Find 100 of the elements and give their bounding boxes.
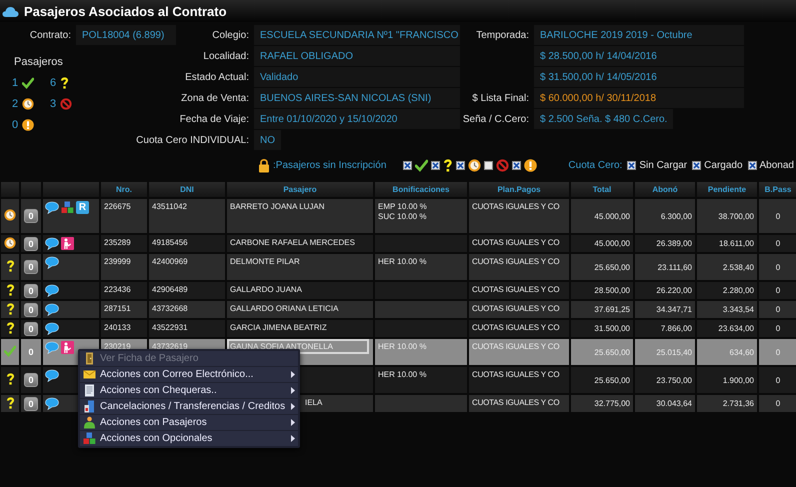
- speech-bubble-icon[interactable]: [45, 397, 59, 410]
- speech-bubble-icon[interactable]: [45, 237, 59, 250]
- table-cell: 45.000,00: [594, 212, 630, 220]
- field-value: Validado: [254, 67, 460, 87]
- checkbox[interactable]: [627, 160, 636, 170]
- speech-bubble-icon[interactable]: [45, 322, 59, 335]
- field-label: Localidad:: [202, 50, 250, 62]
- warning-icon: [524, 158, 538, 172]
- menu-item[interactable]: Acciones con Chequeras..: [80, 383, 298, 398]
- menu-item[interactable]: Acciones con Correo Electrónico...: [80, 367, 298, 382]
- question-icon: [60, 76, 70, 88]
- count-text: 6: [50, 76, 56, 88]
- cubes-icon[interactable]: [61, 201, 74, 214]
- field-value: BARILOCHE 2019 2019 - Octubre: [534, 25, 744, 45]
- field-label: Zona de Venta:: [180, 92, 250, 104]
- table-cell: CUOTAS IGUALES Y CO: [472, 238, 560, 247]
- field-value: NO: [254, 130, 281, 150]
- table-cell-text: HER 10.00 %: [378, 370, 428, 380]
- table-cell: 25.650,00: [594, 348, 630, 356]
- table-cell: 43511042: [152, 202, 187, 211]
- checkbox[interactable]: [748, 160, 757, 170]
- table-cell: 43732668: [152, 304, 188, 313]
- table-row[interactable]: 0 240133 43522931 GARCIA JIMENA BEATRIZ CUOTAS IGUALES Y CO 31.500,00 7.866,00 23.634,00 0: [1, 320, 796, 337]
- cubes-icon: [83, 432, 96, 445]
- table-cell: CARBONE RAFAELA MERCEDES: [230, 238, 355, 247]
- table-row[interactable]: 0 287151 43732668 GALLARDO ORIANA LETICIA CUOTAS IGUALES Y CO 37.691,25 34.347,71 3.343,54 0: [1, 301, 796, 318]
- cloud-icon: [2, 6, 19, 16]
- table-row[interactable]: 0 223436 42906489 GALLARDO JUANA CUOTAS IGUALES Y CO 28.500,00 26.220,00 2.280,00 0: [1, 282, 796, 299]
- checkbox[interactable]: [431, 160, 440, 170]
- table-cell: 0: [776, 324, 780, 333]
- column-header[interactable]: Nro.: [101, 182, 147, 197]
- column-header[interactable]: Total: [571, 182, 633, 197]
- checkbox[interactable]: [403, 160, 412, 170]
- filter-label: Cuota Cero:: [568, 160, 622, 170]
- table-cell: 223436: [104, 285, 131, 294]
- menu-item[interactable]: Acciones con Pasajeros: [80, 415, 298, 430]
- menu-item[interactable]: Cancelaciones / Transferencias / Creditos: [80, 399, 298, 414]
- column-header[interactable]: Pasajero: [227, 182, 373, 197]
- table-row[interactable]: 0 235289 49185456 CARBONE RAFAELA MERCEDES CUOTAS IGUALES Y CO 45.000,00 26.389,00 18.611,00 0: [1, 235, 796, 252]
- field-value: $ 31.500,00 h/ 14/05/2016: [534, 67, 744, 87]
- column-header[interactable]: Plan.Pagos: [469, 182, 569, 197]
- table-cell: 0: [776, 262, 780, 272]
- table-cell: 6.300,00: [660, 212, 692, 220]
- table-cell: 49185456: [152, 238, 188, 247]
- count-text: 2: [12, 98, 18, 110]
- checkbox[interactable]: [484, 160, 494, 170]
- question-icon: [6, 322, 14, 334]
- option-count: 0: [24, 284, 38, 298]
- column-header[interactable]: B.Pass: [759, 182, 796, 197]
- envelope-icon: [83, 368, 96, 381]
- question-icon: [6, 396, 14, 408]
- menu-item[interactable]: Acciones con Opcionales: [80, 431, 298, 446]
- option-count: 0: [27, 346, 34, 358]
- table-cell: 31.500,00: [594, 324, 630, 333]
- option-count: 0: [24, 302, 38, 316]
- table-cell: 287151: [104, 304, 131, 313]
- column-header[interactable]: DNI: [149, 182, 225, 197]
- column-header[interactable]: Pendiente: [697, 182, 757, 197]
- table-cell: 2.731,36: [722, 399, 754, 408]
- table-cell: 2.280,00: [722, 286, 754, 295]
- speech-bubble-icon[interactable]: [45, 256, 59, 269]
- table-cell-text: HER 10.00 %: [378, 257, 428, 267]
- table-cell: 23.750,00: [656, 376, 692, 384]
- field-label: Cuota Cero INDIVIDUAL:: [135, 134, 250, 146]
- table-cell: 23.111,60: [658, 262, 692, 272]
- table-cell: CUOTAS IGUALES Y CO: [472, 370, 560, 379]
- table-cell: 0: [776, 305, 780, 314]
- checkbox-label: Sin Cargar: [639, 160, 688, 170]
- submenu-arrow-icon: [291, 387, 295, 394]
- speech-bubble-icon[interactable]: [45, 201, 59, 214]
- field-value: Entre 01/10/2020 y 15/10/2020: [254, 109, 460, 129]
- column-header[interactable]: Bonificaciones: [375, 182, 467, 197]
- table-row[interactable]: 0 R 226675 43511042 BARRETO JOANA LUJAN EMP 10.00 % SUC 10.00 % CUOTAS IGUALES Y CO 45.000,00 6.300,00 38.700,00 0: [1, 199, 796, 233]
- table-cell: 235289: [104, 238, 131, 247]
- speech-bubble-icon[interactable]: [45, 284, 59, 297]
- submenu-arrow-icon: [291, 419, 295, 426]
- table-cell: CUOTAS IGUALES Y CO: [472, 285, 560, 294]
- forbidden-icon: [60, 98, 72, 110]
- speech-bubble-icon[interactable]: [45, 303, 59, 316]
- checkbox[interactable]: [456, 160, 466, 170]
- check-icon: [22, 76, 34, 88]
- door-icon: [83, 352, 96, 365]
- column-header[interactable]: Abonó: [635, 182, 695, 197]
- submenu-arrow-icon: [291, 403, 295, 410]
- table-cell: 18.611,00: [719, 239, 754, 248]
- clock-icon: [22, 98, 34, 110]
- table-cell: 634,60: [730, 348, 754, 356]
- table-cell: 2.538,40: [722, 262, 754, 272]
- warning-icon: [22, 118, 34, 130]
- submenu-arrow-icon: [291, 371, 295, 378]
- person-icon[interactable]: [61, 341, 74, 354]
- table-cell: 3.343,54: [722, 305, 754, 314]
- checkbox[interactable]: [692, 160, 702, 170]
- person-icon[interactable]: [61, 237, 74, 250]
- checkbox[interactable]: [512, 160, 522, 170]
- count-text: 1: [12, 76, 18, 88]
- speech-bubble-icon[interactable]: [45, 369, 59, 382]
- table-row[interactable]: 0 239999 42400969 DELMONTE PILAR HER 10.00 % CUOTAS IGUALES Y CO 25.650,00 23.111,60 2.538,40 0: [1, 254, 796, 280]
- field-value: $ 60.000,00 h/ 30/11/2018: [534, 88, 744, 108]
- header-cell: [43, 182, 99, 197]
